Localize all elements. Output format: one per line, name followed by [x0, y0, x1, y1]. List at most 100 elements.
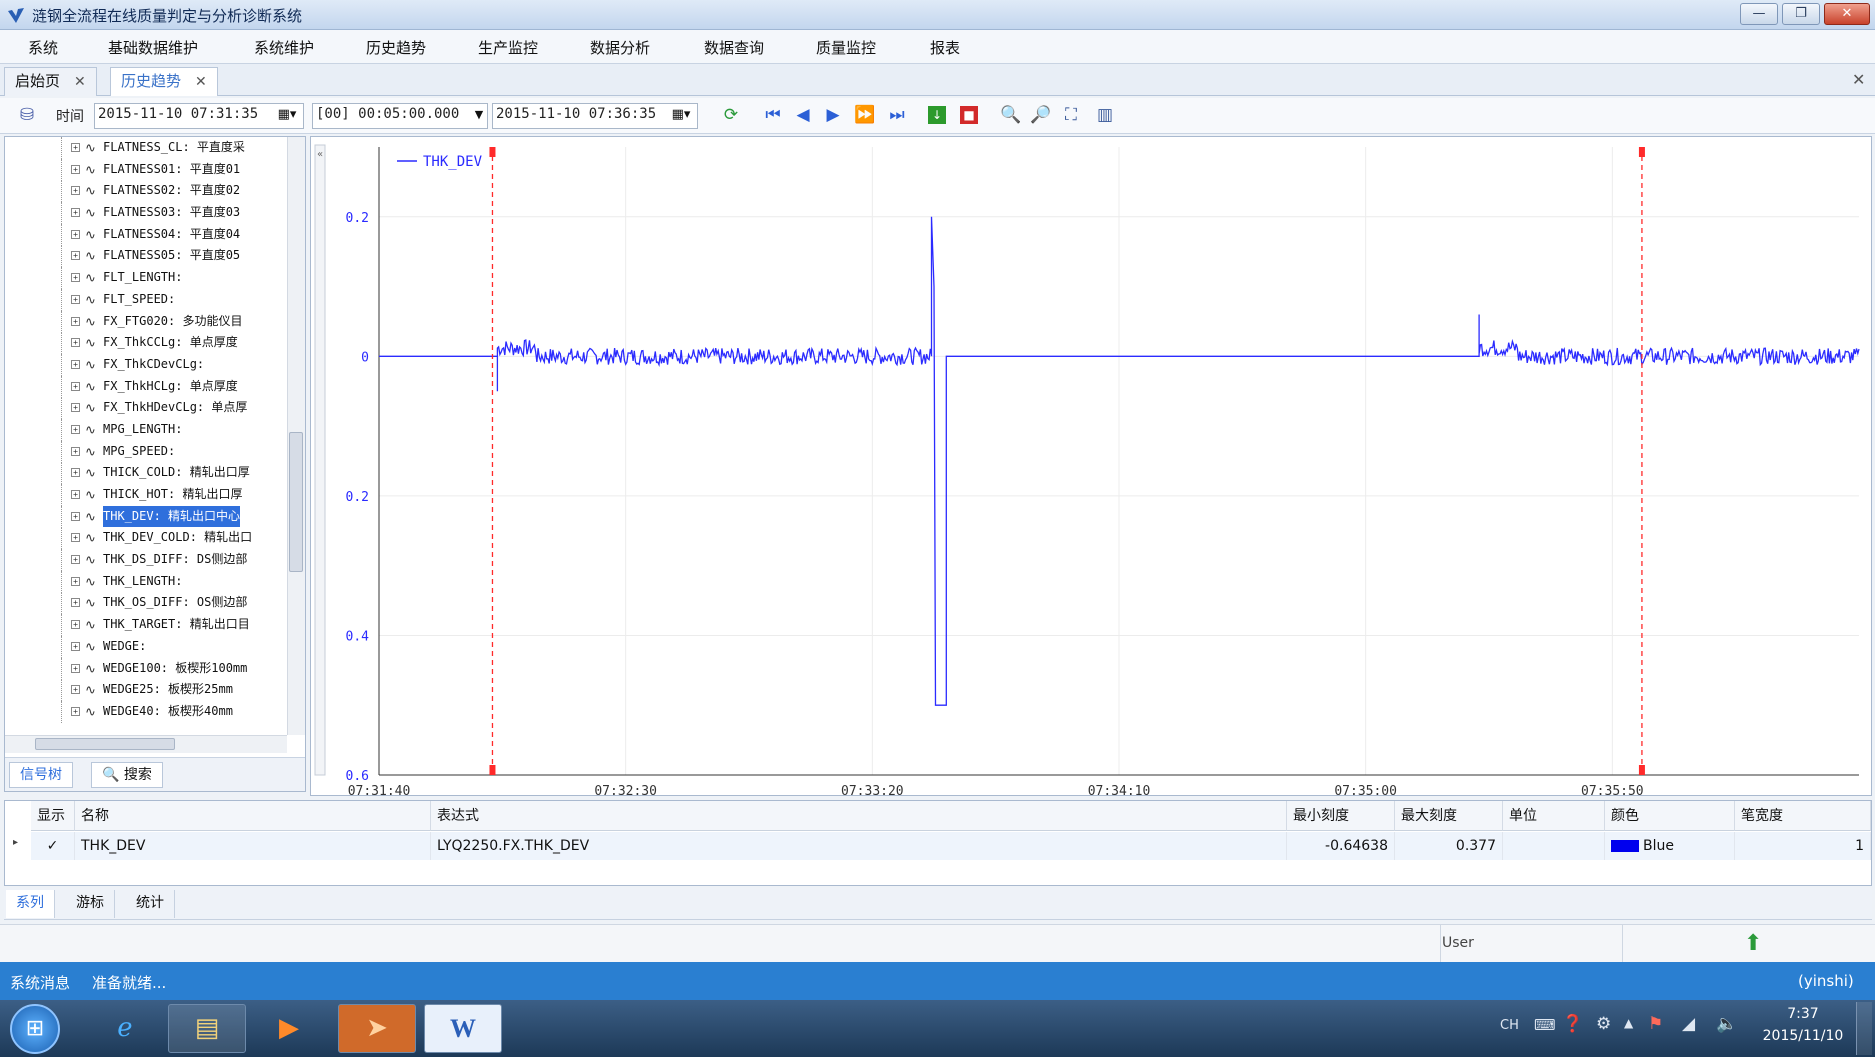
expand-icon[interactable]: + [71, 685, 80, 695]
tree-item[interactable]: + ∿ WEDGE25: 板楔形25mm [5, 679, 287, 702]
menu-system-maint[interactable]: 系统维护 [254, 37, 314, 58]
expand-icon[interactable]: + [71, 490, 80, 499]
close-icon[interactable]: ✕ [195, 74, 207, 90]
expand-icon[interactable]: + [71, 186, 80, 196]
trend-chart-svg[interactable]: « 07:31:40 07:32:30 07:33:20 07:34:10 07:35:0… [311, 137, 1871, 799]
tree-item[interactable]: + ∿ FX_ThkCCLg: 单点厚度 [5, 332, 287, 355]
tree-item[interactable]: + ∿ FX_ThkHCLg: 单点厚度 [5, 375, 287, 398]
tree-item[interactable]: + ∿ THICK_COLD: 精轧出口厚 [5, 462, 287, 485]
col-header[interactable]: 最小刻度 [1287, 801, 1395, 831]
zoom-in-icon[interactable]: 🔍 [1000, 104, 1022, 126]
expand-icon[interactable]: + [71, 338, 80, 348]
calendar-icon[interactable]: ▦▾ [276, 104, 298, 126]
color-cell[interactable]: Blue [1605, 832, 1735, 860]
expand-icon[interactable]: + [71, 663, 80, 673]
tree-item[interactable]: + ∿ THK_DEV_COLD: 精轧出口 [5, 527, 287, 550]
tree-item[interactable]: + ∿ FLATNESS_CL: 平直度采 [5, 137, 287, 159]
tree-item[interactable]: + ∿ THK_DEV: 精轧出口中心 [5, 505, 287, 528]
fit-icon[interactable]: ⛶ [1060, 104, 1082, 126]
tree-item[interactable]: + ∿ MPG_SPEED: [5, 440, 287, 463]
col-header[interactable]: 表达式 [431, 801, 1287, 831]
expand-icon[interactable]: + [71, 424, 80, 434]
settings-icon[interactable]: ▥ [1094, 104, 1116, 126]
tree-item[interactable]: + ∿ FX_ThkHDevCLg: 单点厚 [5, 397, 287, 420]
input-language[interactable]: CH [1500, 1018, 1519, 1033]
expand-icon[interactable]: + [71, 706, 80, 716]
refresh-icon[interactable]: ⟳ [720, 104, 742, 126]
settings-icon[interactable]: ⚙ [1596, 1014, 1611, 1034]
minimize-button[interactable]: — [1740, 3, 1778, 25]
col-header[interactable]: 颜色 [1605, 801, 1735, 831]
expand-icon[interactable]: + [71, 576, 80, 586]
trend-chart[interactable]: « 07:31:40 07:32:30 07:33:20 07:34:10 07:35:0… [310, 136, 1872, 799]
tree-item[interactable]: + ∿ FLATNESS03: 平直度03 [5, 202, 287, 225]
tree-item[interactable]: + ∿ THK_LENGTH: [5, 570, 287, 593]
show-desktop-button[interactable] [1856, 1002, 1872, 1055]
first-page-icon[interactable]: ⏮ [762, 104, 784, 126]
clock-time[interactable]: 7:37 [1758, 1006, 1848, 1022]
start-button[interactable]: ⊞ [10, 1004, 60, 1054]
col-header[interactable]: 笔宽度 [1735, 801, 1871, 831]
expand-icon[interactable]: + [71, 555, 80, 565]
maximize-button[interactable]: ❐ [1782, 3, 1820, 25]
col-header[interactable]: 显示 [31, 801, 75, 831]
arrow-up-icon[interactable]: ⬆ [1744, 931, 1762, 956]
tree-item[interactable]: + ∿ FLATNESS01: 平直度01 [5, 158, 287, 181]
tree-item[interactable]: + ∿ FX_ThkCDevCLg: [5, 353, 287, 376]
expand-icon[interactable]: + [71, 533, 80, 543]
stop-icon[interactable]: ■ [960, 106, 978, 124]
expand-icon[interactable]: + [71, 208, 80, 218]
expand-icon[interactable]: + [71, 164, 80, 174]
calendar-icon[interactable]: ▦▾ [670, 104, 692, 126]
tree-item[interactable]: + ∿ THK_DS_DIFF: DS侧边部 [5, 549, 287, 572]
close-button[interactable]: ✕ [1824, 3, 1870, 25]
menu-quality[interactable]: 质量监控 [816, 37, 876, 58]
scroll-thumb[interactable] [35, 738, 175, 750]
tree-item[interactable]: + ∿ WEDGE100: 板楔形100mm [5, 657, 287, 680]
app-window-icon[interactable]: ➤ [338, 1004, 416, 1053]
tree-item[interactable]: + ∿ WEDGE40: 板楔形40mm [5, 700, 287, 723]
tree-item[interactable]: + ∿ FX_FTG020: 多功能仪目 [5, 310, 287, 333]
close-all-icon[interactable]: ✕ [1852, 70, 1865, 89]
col-header[interactable]: 最大刻度 [1395, 801, 1503, 831]
tab-start[interactable]: 启始页 ✕ [4, 67, 97, 96]
tree-item[interactable]: + ∿ FLATNESS02: 平直度02 [5, 180, 287, 203]
expand-icon[interactable]: + [71, 251, 80, 261]
fast-forward-icon[interactable]: ⏩ [854, 104, 876, 126]
search-tab[interactable]: 🔍 搜索 [91, 762, 163, 788]
prev-icon[interactable]: ◀ [792, 104, 814, 126]
ie-icon[interactable]: ℯ [86, 1004, 164, 1053]
tree-item[interactable]: + ∿ THK_TARGET: 精轧出口目 [5, 614, 287, 637]
menu-production[interactable]: 生产监控 [478, 37, 538, 58]
tree-item[interactable]: + ∿ FLATNESS05: 平直度05 [5, 245, 287, 268]
word-icon[interactable]: W [424, 1004, 502, 1053]
expand-icon[interactable]: + [71, 316, 80, 326]
tab-cursor[interactable]: 游标 [66, 890, 115, 918]
expand-icon[interactable]: + [71, 229, 80, 239]
zoom-out-icon[interactable]: 🔎 [1030, 104, 1052, 126]
menu-query[interactable]: 数据查询 [704, 37, 764, 58]
menu-system[interactable]: 系统 [28, 37, 58, 58]
tab-history-trend[interactable]: 历史趋势 ✕ [110, 67, 218, 96]
help-icon[interactable]: ❓ [1562, 1014, 1583, 1034]
close-icon[interactable]: ✕ [74, 74, 86, 90]
expand-icon[interactable]: + [71, 359, 80, 369]
expand-icon[interactable]: + [71, 511, 80, 521]
chevron-down-icon[interactable]: ▼ [468, 104, 490, 126]
expand-icon[interactable]: + [71, 273, 80, 283]
tree-item[interactable]: + ∿ WEDGE: [5, 635, 287, 658]
tree-item[interactable]: + ∿ FLT_LENGTH: [5, 267, 287, 290]
last-page-icon[interactable]: ⏭ [886, 104, 908, 126]
volume-icon[interactable]: 🔈 [1716, 1014, 1737, 1034]
next-icon[interactable]: ▶ [822, 104, 844, 126]
col-header[interactable]: 名称 [75, 801, 431, 831]
tab-statistics[interactable]: 统计 [126, 890, 175, 918]
database-icon[interactable]: ⛁ [16, 104, 38, 126]
expand-icon[interactable]: + [71, 620, 80, 630]
scroll-thumb[interactable] [289, 432, 303, 572]
clock-date[interactable]: 2015/11/10 [1758, 1028, 1848, 1044]
folder-icon[interactable]: ▤ [168, 1004, 246, 1053]
export-icon[interactable]: ↓ [928, 106, 946, 124]
tree-item[interactable]: + ∿ THK_OS_DIFF: OS侧边部 [5, 592, 287, 615]
expand-icon[interactable]: + [71, 403, 80, 413]
